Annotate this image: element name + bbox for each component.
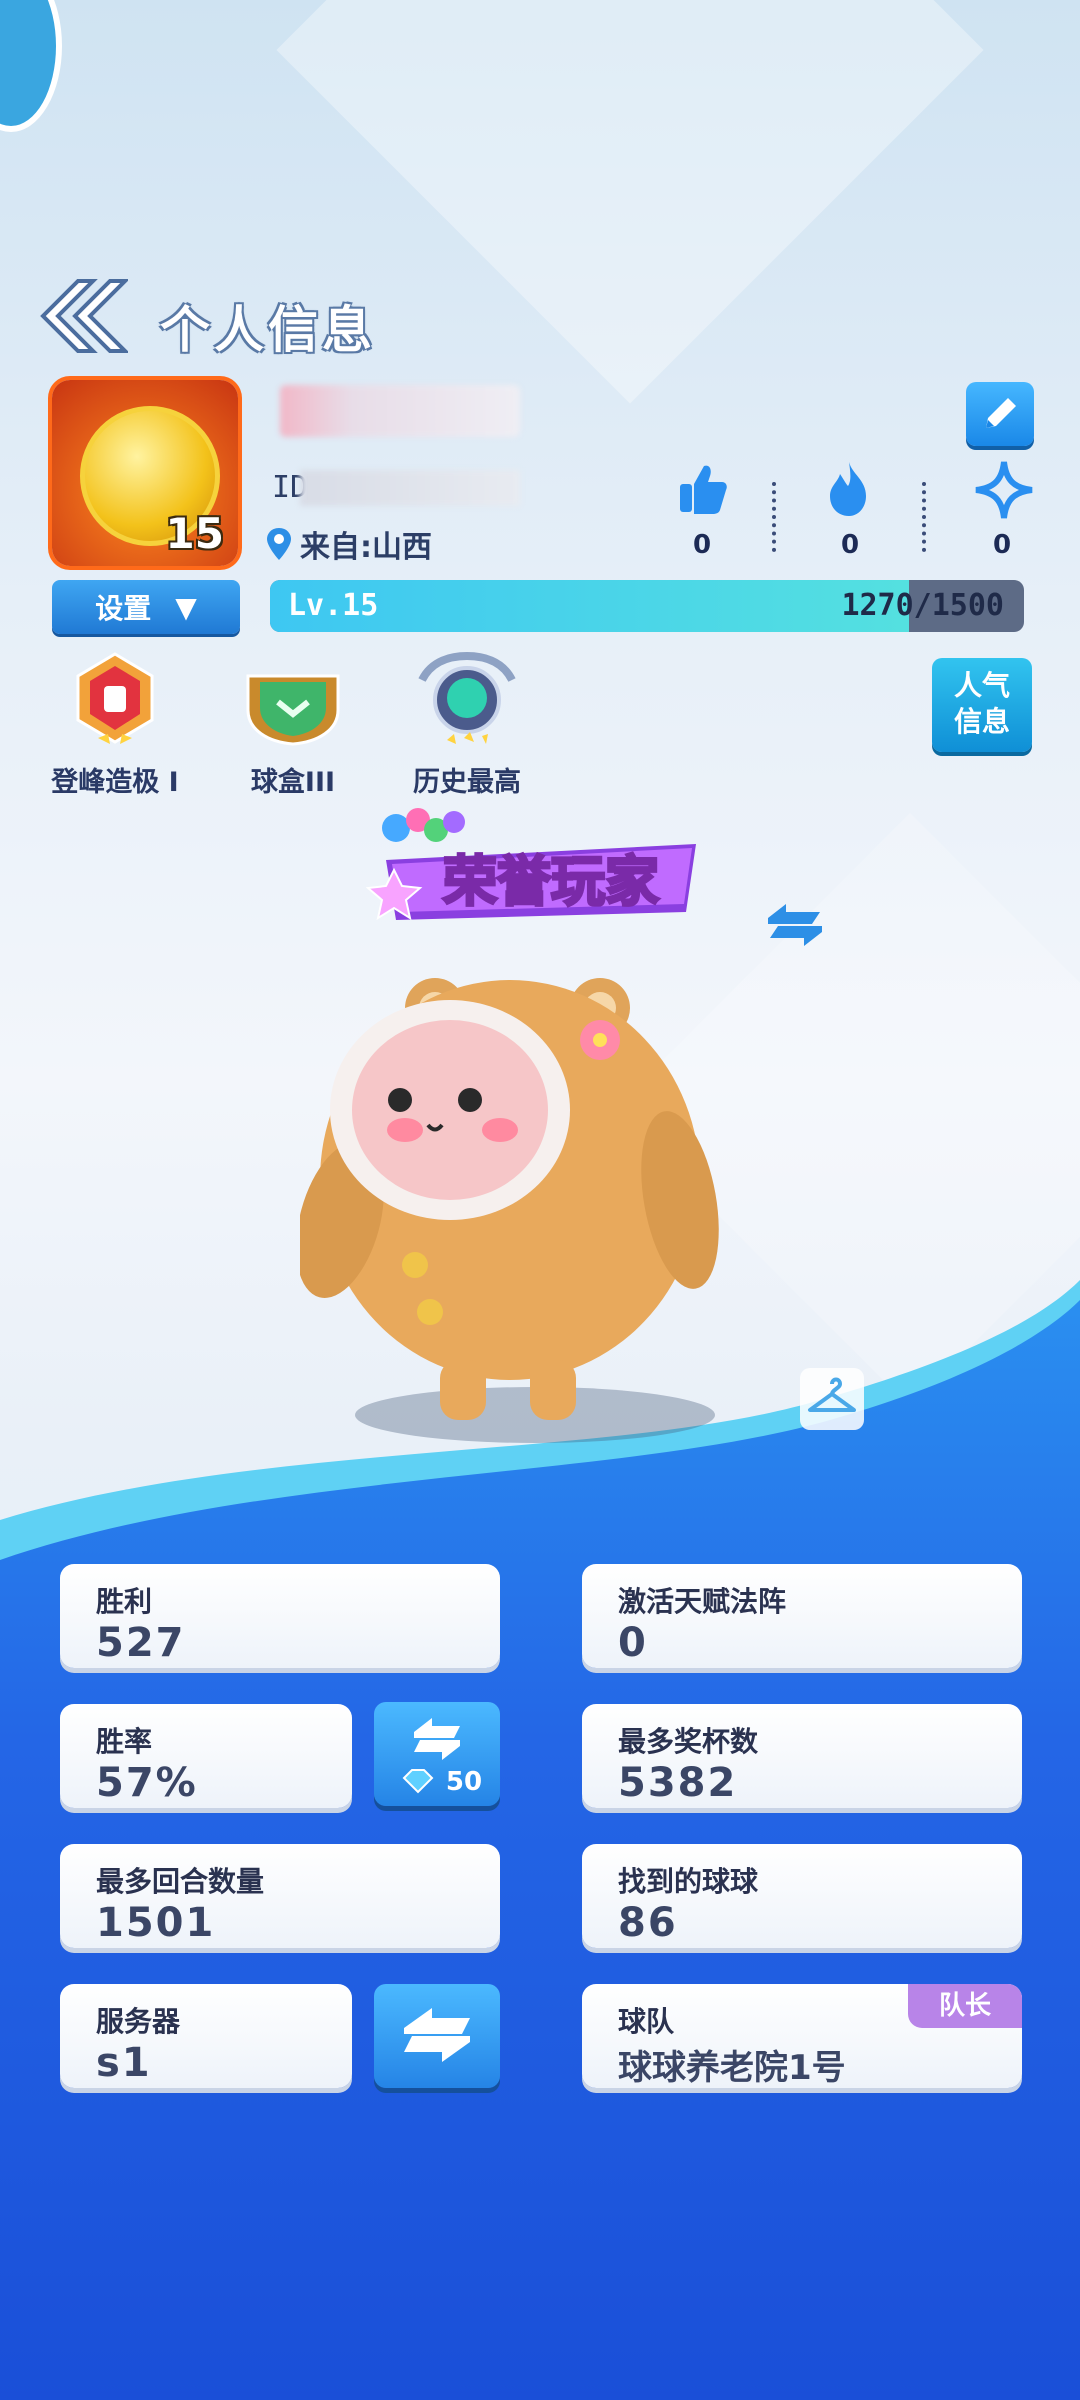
badge-peak[interactable]: 登峰造极 I [40, 650, 190, 799]
reset-cost: 50 [446, 1767, 482, 1797]
popularity-line1: 人气 [953, 669, 1010, 702]
stat-card-server: 服务器 s1 [60, 1984, 352, 2088]
xp-progress-bar: Lv.15 1270/1500 [270, 580, 1024, 632]
stat-value: 57% [96, 1760, 198, 1806]
star-count: 0 [992, 530, 1012, 560]
location: 来自:山西 [266, 522, 432, 566]
badge-label: 登峰造极 I [51, 767, 179, 798]
player-level: Lv.15 [288, 588, 379, 623]
stat-label: 胜率 [96, 1725, 153, 1758]
stat-card-win-rate: 胜率 57% [60, 1704, 352, 1808]
stat-label: 服务器 [96, 2005, 181, 2038]
character-model [300, 978, 719, 1420]
stat-card-wins: 胜利 527 [60, 1564, 500, 1668]
xp-value: 1270/1500 [841, 588, 1004, 623]
history-best-badge-icon [418, 651, 516, 744]
stat-value: 0 [618, 1620, 648, 1666]
stat-card-talent: 激活天赋法阵 0 [582, 1564, 1022, 1668]
page-title: 个人信息 [160, 301, 376, 359]
player-name-blurred [280, 385, 520, 437]
hanger-icon [808, 1377, 856, 1412]
swap-icon: 50 [402, 1718, 482, 1797]
thumbs-up-icon[interactable] [676, 460, 728, 516]
stat-card-balls: 找到的球球 86 [582, 1844, 1022, 1948]
badge-history-best[interactable]: 历史最高 [392, 650, 542, 799]
change-server-button[interactable] [374, 1984, 500, 2088]
edit-profile-button[interactable] [966, 382, 1034, 446]
stat-label: 最多回合数量 [96, 1865, 265, 1898]
honor-title-text: 荣誉玩家 [443, 850, 659, 913]
stat-card-rounds: 最多回合数量 1501 [60, 1844, 500, 1948]
swap-icon [404, 2008, 470, 2062]
stat-card-trophies: 最多奖杯数 5382 [582, 1704, 1022, 1808]
reset-stats-button[interactable]: 50 [374, 1702, 500, 1806]
popularity-line2: 信息 [953, 705, 1010, 738]
stat-value: 527 [96, 1620, 186, 1666]
badge-label: 历史最高 [413, 767, 521, 798]
stat-label: 胜利 [96, 1585, 153, 1618]
badge-label: 球盒III [250, 767, 336, 798]
divider [922, 482, 926, 552]
honor-title-banner: 荣誉玩家 [366, 808, 696, 921]
fire-icon[interactable] [822, 460, 876, 518]
location-text: 来自:山西 [300, 530, 432, 565]
location-pin-icon [267, 528, 291, 560]
team-name: 球球养老院1号 [618, 2048, 846, 2088]
back-arrow-icon[interactable] [38, 276, 128, 356]
stat-value: 5382 [618, 1760, 738, 1806]
swap-title-icon[interactable] [760, 900, 830, 950]
stat-value: s1 [96, 2040, 152, 2086]
stat-value: 1501 [96, 1900, 216, 1946]
settings-label: 设置 [95, 592, 152, 625]
divider [772, 482, 776, 552]
stat-card-team[interactable]: 球队 球球养老院1号 队长 [582, 1984, 1022, 2088]
team-role-badge: 队长 [908, 1984, 1022, 2028]
likes-count: 0 [692, 530, 712, 560]
stat-label: 找到的球球 [618, 1865, 759, 1898]
stat-label: 球队 [618, 2005, 675, 2038]
peak-badge-icon [76, 652, 154, 744]
wardrobe-button[interactable] [800, 1368, 864, 1430]
badge-ball-box[interactable]: 球盒III [218, 650, 368, 799]
pencil-icon [986, 398, 1016, 428]
fire-count: 0 [840, 530, 860, 560]
ball-box-badge-icon [246, 674, 340, 746]
stat-value: 86 [618, 1900, 678, 1946]
player-id-blurred [300, 470, 520, 506]
star-icon[interactable] [974, 460, 1034, 520]
chevron-down-icon: ▼ [175, 590, 197, 624]
settings-dropdown[interactable]: 设置 ▼ [52, 580, 240, 634]
avatar-level: 15 [165, 509, 224, 558]
stat-label: 最多奖杯数 [618, 1725, 759, 1758]
avatar[interactable]: 15 [52, 380, 238, 566]
popularity-info-button[interactable]: 人气 信息 [932, 658, 1032, 752]
stat-label: 激活天赋法阵 [618, 1585, 787, 1618]
